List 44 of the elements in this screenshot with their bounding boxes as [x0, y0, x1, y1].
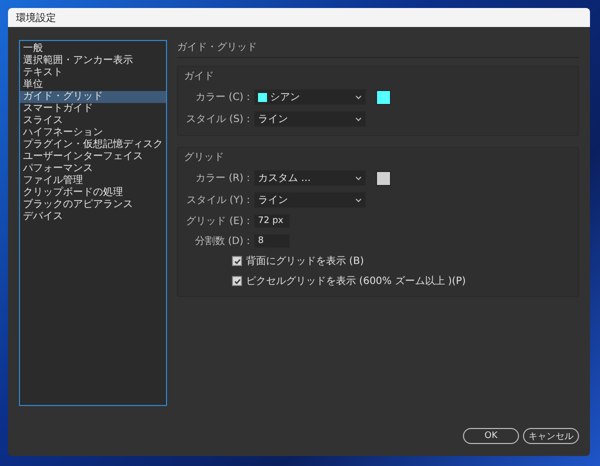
- sidebar-item[interactable]: プラグイン・仮想記憶ディスク: [20, 139, 166, 151]
- chevron-down-icon: [355, 116, 362, 122]
- chevron-down-icon: [355, 176, 362, 180]
- sidebar-item[interactable]: デバイス: [20, 211, 166, 223]
- sidebar-item[interactable]: ユーザーインターフェイス: [20, 151, 166, 163]
- input-field[interactable]: 8: [254, 234, 290, 248]
- dialog-button[interactable]: OK: [463, 428, 519, 444]
- window-title: 環境設定: [8, 8, 590, 27]
- chevron-down-icon: [355, 94, 362, 100]
- chevron-down-icon: [355, 198, 362, 202]
- dropdown[interactable]: ライン: [254, 111, 366, 127]
- field-label: カラー (R) :: [194, 172, 250, 185]
- checkbox-label: ピクセルグリッドを表示 (600% ズーム以上 )(P): [246, 274, 466, 288]
- dropdown[interactable]: ライン: [254, 192, 366, 208]
- sidebar-item[interactable]: 選択範囲・アンカー表示: [20, 55, 166, 67]
- field-label: スタイル (S) :: [185, 113, 250, 126]
- color-swatch[interactable]: [376, 170, 391, 186]
- panel-title: ガイド・グリッド: [177, 40, 579, 58]
- field-label: グリッド (E) :: [185, 215, 250, 228]
- checkbox[interactable]: [232, 276, 242, 286]
- sidebar-item[interactable]: 一般: [20, 43, 166, 55]
- sidebar-item[interactable]: テキスト: [20, 67, 166, 79]
- dropdown[interactable]: カスタム ...: [254, 170, 366, 186]
- field-label: カラー (C) :: [194, 91, 250, 104]
- sidebar-item[interactable]: ガイド・グリッド: [20, 91, 166, 103]
- field-label: スタイル (Y) :: [185, 194, 250, 207]
- sidebar-item[interactable]: 単位: [20, 79, 166, 91]
- group-title: ガイド: [184, 70, 215, 83]
- sidebar-item[interactable]: スライス: [20, 115, 166, 127]
- dialog-button[interactable]: キャンセル: [523, 428, 579, 444]
- color-swatch[interactable]: [376, 90, 391, 104]
- sidebar-item[interactable]: クリップボードの処理: [20, 187, 166, 199]
- checkbox-label: 背面にグリッドを表示 (B): [246, 254, 364, 268]
- input-field[interactable]: 72 px: [254, 214, 290, 228]
- color-chip-icon: [258, 92, 267, 102]
- sidebar-item[interactable]: ファイル管理: [20, 175, 166, 187]
- sidebar-item[interactable]: ブラックのアピアランス: [20, 199, 166, 211]
- sidebar-item[interactable]: スマートガイド: [20, 103, 166, 115]
- checkbox[interactable]: [232, 256, 242, 266]
- field-label: 分割数 (D) :: [194, 234, 250, 248]
- dropdown[interactable]: シアン: [254, 89, 366, 105]
- sidebar-item[interactable]: ハイフネーション: [20, 127, 166, 139]
- group-title: グリッド: [184, 151, 225, 164]
- sidebar-item[interactable]: パフォーマンス: [20, 163, 166, 175]
